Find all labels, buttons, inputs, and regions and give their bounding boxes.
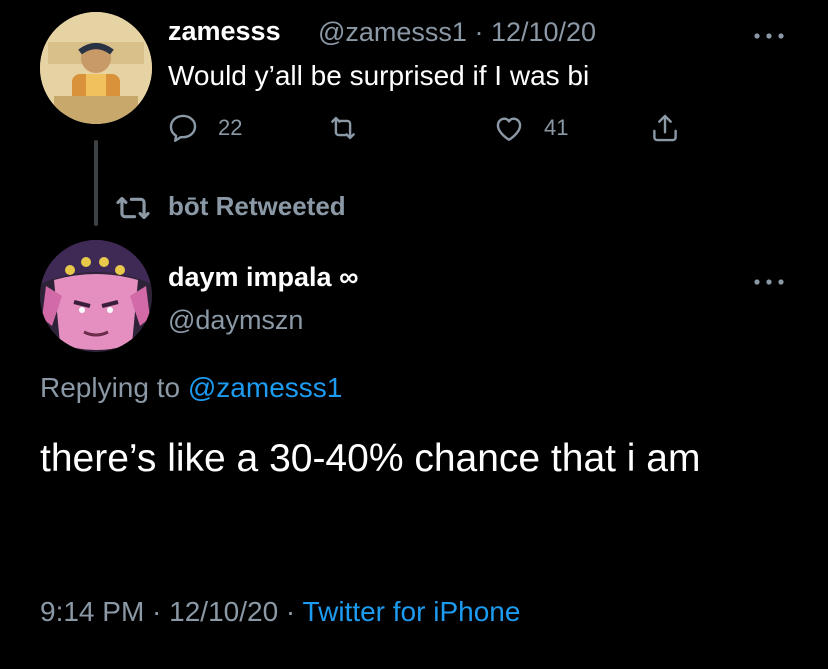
- share-button[interactable]: [648, 111, 682, 145]
- share-icon: [653, 114, 677, 142]
- more-icon[interactable]: [752, 274, 786, 285]
- like-count: 41: [544, 115, 569, 140]
- thread-connector: [94, 140, 98, 226]
- heart-icon: [496, 117, 522, 141]
- reply-count: 22: [218, 115, 243, 140]
- main-tweet-avatar[interactable]: [40, 240, 152, 352]
- like-button[interactable]: 41: [492, 111, 568, 145]
- main-tweet-text: there’s like a 30-40% chance that i am: [40, 437, 701, 480]
- retweet-icon: [331, 116, 355, 140]
- more-icon[interactable]: [752, 28, 786, 39]
- tweet-timestamp[interactable]: 9:14 PM · 12/10/20 ·: [40, 596, 295, 627]
- retweet-icon: [114, 193, 152, 223]
- tweet-source-link[interactable]: Twitter for iPhone: [303, 596, 521, 627]
- reply-icon: [169, 114, 197, 142]
- replying-to-line: Replying to @zamesss1: [40, 372, 342, 404]
- reply-button[interactable]: 22: [166, 111, 242, 145]
- parent-tweet-text: Would y’all be surprised if I was bi: [168, 60, 590, 91]
- replying-prefix: Replying to: [40, 372, 181, 403]
- avatar-image: [40, 12, 152, 124]
- replying-mention-link[interactable]: @zamesss1: [188, 372, 342, 403]
- parent-tweet-avatar[interactable]: [40, 12, 152, 124]
- main-handle[interactable]: @daymszn: [168, 305, 303, 336]
- retweeted-by-label[interactable]: bōt Retweeted: [168, 191, 346, 222]
- parent-handle-date[interactable]: @zamesss1 · 12/10/20: [318, 17, 596, 48]
- parent-display-name[interactable]: zamesss: [168, 16, 281, 47]
- retweet-button[interactable]: [326, 111, 360, 145]
- main-display-name[interactable]: daym impala ∞: [168, 262, 358, 293]
- avatar-image: [40, 240, 152, 352]
- tweet-footer: 9:14 PM · 12/10/20 · Twitter for iPhone: [40, 596, 520, 628]
